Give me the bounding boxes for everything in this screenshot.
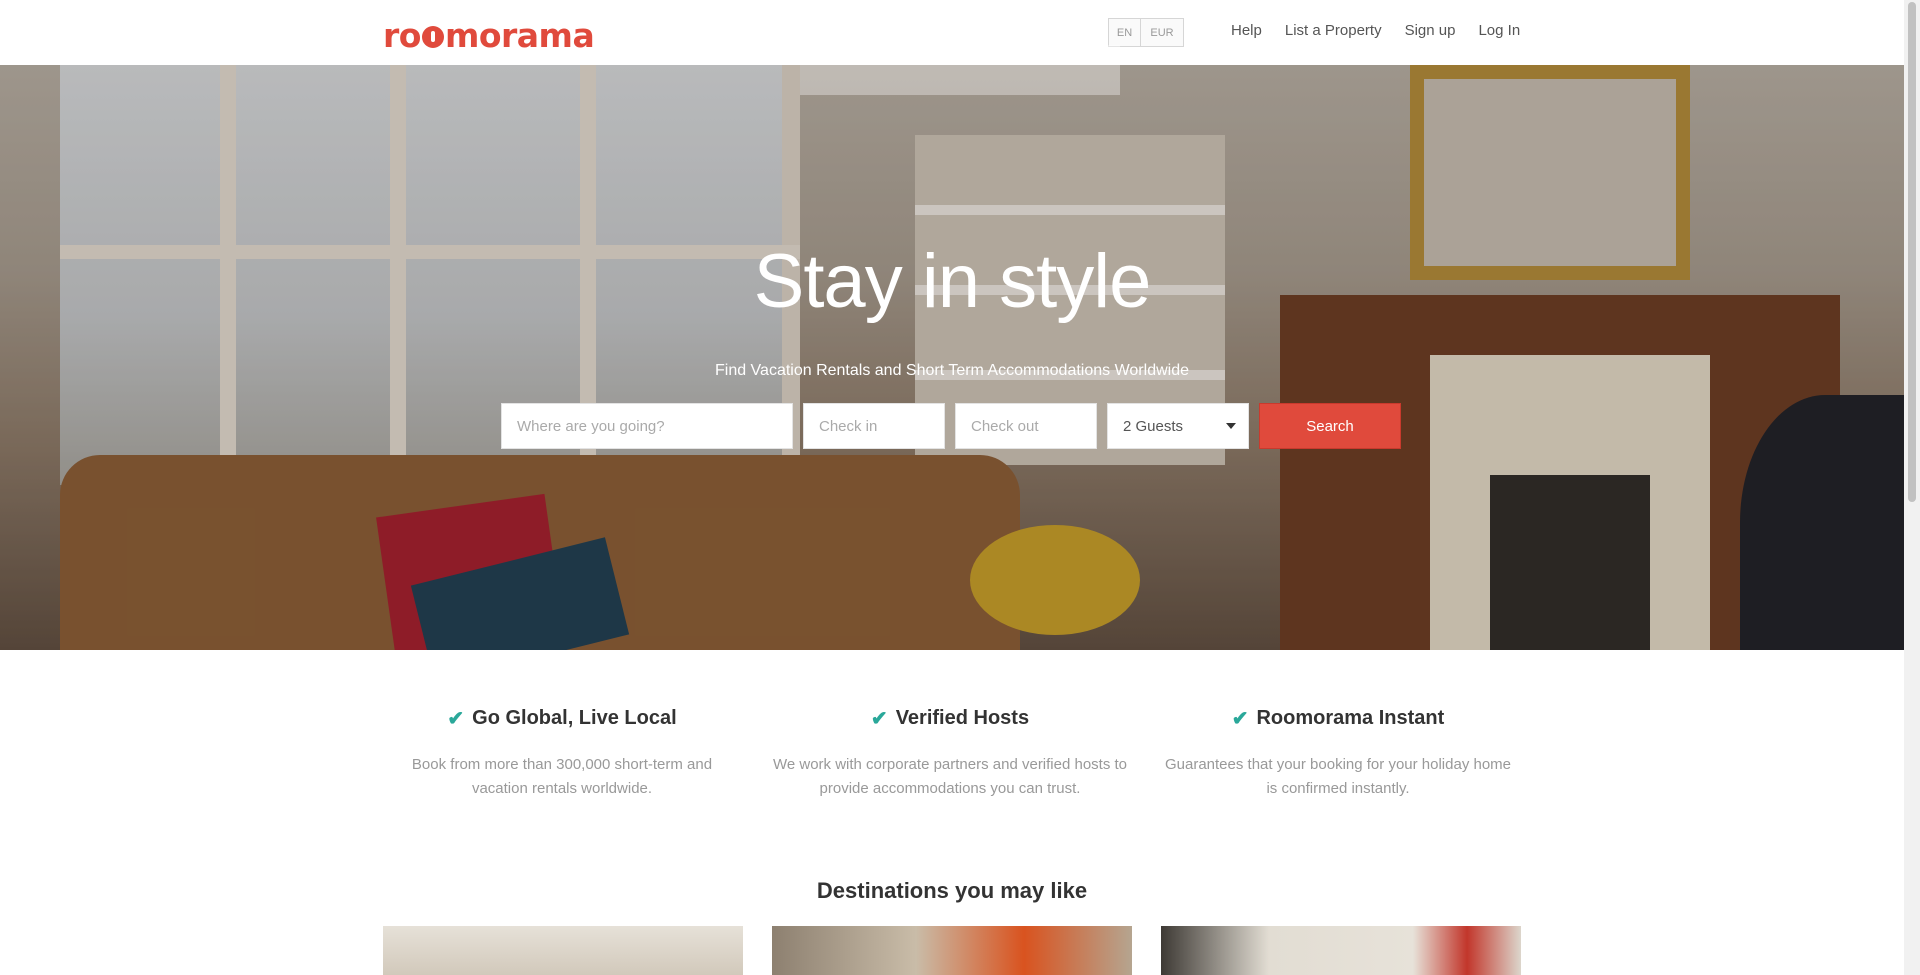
- nav-help[interactable]: Help: [1231, 22, 1262, 39]
- feature-title-text: Roomorama Instant: [1256, 707, 1445, 729]
- destination-card[interactable]: [1161, 926, 1521, 975]
- nav-sign-up[interactable]: Sign up: [1405, 22, 1456, 39]
- hero-section: Stay in style Find Vacation Rentals and …: [0, 65, 1904, 650]
- guests-value: 2 Guests: [1123, 417, 1184, 435]
- feature-item: ✔ Roomorama Instant Guarantees that your …: [1159, 706, 1517, 801]
- scrollbar-thumb[interactable]: [1908, 2, 1916, 502]
- language-selector[interactable]: EN: [1108, 18, 1141, 47]
- check-in-input[interactable]: Check in: [803, 403, 945, 449]
- checkmark-icon: ✔: [1231, 708, 1249, 730]
- feature-text: Book from more than 300,000 short-term a…: [411, 756, 713, 797]
- fading-overlay: [800, 45, 1120, 95]
- search-button[interactable]: Search: [1259, 403, 1401, 449]
- feature-title: ✔ Roomorama Instant: [1159, 706, 1517, 731]
- destination-card[interactable]: [772, 926, 1132, 975]
- feature-item: ✔ Go Global, Live Local Book from more th…: [383, 706, 741, 801]
- feature-title-text: Go Global, Live Local: [472, 707, 677, 729]
- hero-title: Stay in style: [753, 239, 1152, 324]
- hero-subtitle: Find Vacation Rentals and Short Term Acc…: [714, 362, 1189, 379]
- feature-title: ✔ Verified Hosts: [771, 706, 1129, 731]
- destinations-heading: Destinations you may like: [816, 878, 1088, 903]
- page-scrollbar[interactable]: [1904, 0, 1920, 975]
- feature-title: ✔ Go Global, Live Local: [383, 706, 741, 731]
- feature-text: We work with corporate partners and veri…: [772, 756, 1128, 797]
- checkmark-icon: ✔: [447, 708, 465, 730]
- feature-item: ✔ Verified Hosts We work with corporate p…: [771, 706, 1129, 801]
- caret-down-icon: [1226, 423, 1236, 429]
- roomorama-logo[interactable]: ro morama: [383, 16, 595, 55]
- destination-input[interactable]: Where are you going?: [501, 403, 793, 449]
- destination-cards: [383, 926, 1521, 975]
- guests-select[interactable]: 2 Guests: [1107, 403, 1249, 449]
- feature-text: Guarantees that your booking for your ho…: [1164, 756, 1512, 797]
- locale-selectors: EN EUR: [1108, 18, 1184, 47]
- logo-mark-icon: [421, 26, 444, 48]
- feature-title-text: Verified Hosts: [895, 707, 1030, 729]
- main-nav: Help List a Property Sign up Log In: [1231, 22, 1520, 39]
- nav-list-property[interactable]: List a Property: [1285, 22, 1382, 39]
- features-section: ✔ Go Global, Live Local Book from more th…: [383, 706, 1517, 801]
- check-out-input[interactable]: Check out: [955, 403, 1097, 449]
- checkmark-icon: ✔: [870, 708, 888, 730]
- search-form: Where are you going? Check in Check out …: [501, 403, 1401, 449]
- hero-overlay: [0, 65, 1904, 650]
- currency-selector[interactable]: EUR: [1141, 18, 1184, 47]
- destination-card[interactable]: [383, 926, 743, 975]
- nav-log-in[interactable]: Log In: [1478, 22, 1520, 39]
